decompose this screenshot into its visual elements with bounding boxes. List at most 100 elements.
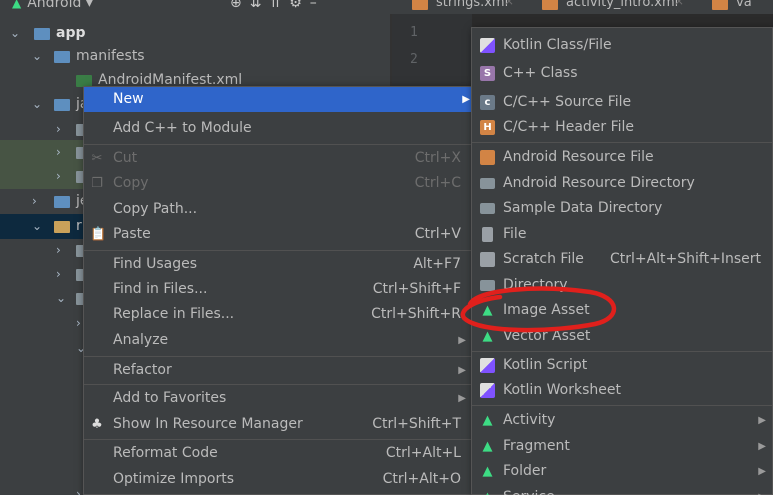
- tab-label: activity_intro.xml: [566, 0, 679, 10]
- xml-file-icon: [712, 0, 728, 10]
- menu-item-analyze[interactable]: Analyze ▶: [84, 328, 472, 353]
- submenu-arrow-icon: ▶: [462, 94, 470, 105]
- line-number: 1: [410, 25, 418, 40]
- chevron-down-icon[interactable]: ⌄: [32, 214, 42, 239]
- menu-item-android-resource-directory[interactable]: Android Resource Directory: [472, 171, 772, 196]
- menu-item-add-cpp-to-module[interactable]: Add C++ to Module: [84, 116, 472, 141]
- project-view-selector[interactable]: ▲ Android ▾: [12, 0, 93, 11]
- tab-activity-intro-xml[interactable]: activity_intro.xml ×: [522, 0, 692, 14]
- android-icon: ▲: [482, 439, 493, 454]
- menu-item-find-in-files[interactable]: Find in Files... Ctrl+Shift+F: [84, 277, 472, 302]
- android-icon: ▲: [482, 413, 493, 428]
- menu-item-activity[interactable]: ▲ Activity ▶: [472, 408, 772, 433]
- menu-item-cpp-class[interactable]: S C++ Class: [472, 61, 772, 86]
- expand-icon[interactable]: ⇈: [269, 0, 289, 11]
- menu-item-service[interactable]: ▲ Service ▶: [472, 485, 772, 495]
- kotlin-script-icon: [480, 358, 495, 373]
- menu-item-kotlin-worksheet[interactable]: Kotlin Worksheet: [472, 378, 772, 403]
- menu-separator: [84, 439, 472, 440]
- tab-label: va: [736, 0, 752, 10]
- menu-item-reformat-code[interactable]: Reformat Code Ctrl+Alt+L: [84, 441, 472, 466]
- file-icon: [482, 227, 493, 242]
- editor-tabs: strings.xml × activity_intro.xml × va: [392, 0, 764, 14]
- target-icon[interactable]: ⊕: [230, 0, 250, 11]
- menu-item-android-resource-file[interactable]: Android Resource File: [472, 145, 772, 170]
- menu-item-optimize-imports[interactable]: Optimize Imports Ctrl+Alt+O: [84, 467, 472, 492]
- chevron-right-icon[interactable]: ›: [56, 238, 61, 263]
- menu-item-kotlin-script[interactable]: Kotlin Script: [472, 353, 772, 378]
- menu-separator: [84, 250, 472, 251]
- close-icon[interactable]: ×: [674, 0, 684, 7]
- menu-item-file[interactable]: File: [472, 222, 772, 247]
- chevron-down-icon[interactable]: ⌄: [56, 286, 66, 311]
- context-menu: New ▶ Add C++ to Module ✂ Cut Ctrl+X ❐ C…: [83, 86, 473, 495]
- menu-item-scratch-file[interactable]: Scratch File Ctrl+Alt+Shift+Insert: [472, 247, 772, 272]
- android-resource-file-icon: [480, 150, 495, 165]
- chevron-right-icon[interactable]: ›: [32, 189, 37, 214]
- android-icon: ▲: [482, 329, 493, 344]
- menu-item-cpp-header-file[interactable]: H C/C++ Header File: [472, 115, 772, 140]
- copy-icon: ❐: [91, 176, 103, 191]
- chevron-right-icon[interactable]: ›: [76, 482, 81, 495]
- menu-item-copy[interactable]: ❐ Copy Ctrl+C: [84, 171, 472, 196]
- scissors-icon: ✂: [91, 151, 103, 166]
- menu-item-folder[interactable]: ▲ Folder ▶: [472, 459, 772, 484]
- submenu-arrow-icon: ▶: [758, 485, 766, 495]
- menu-item-vector-asset[interactable]: ▲ Vector Asset: [472, 324, 772, 349]
- menu-item-show-in-resource-manager[interactable]: ♣ Show In Resource Manager Ctrl+Shift+T: [84, 412, 472, 437]
- chevron-right-icon[interactable]: ›: [76, 311, 81, 336]
- minimize-icon[interactable]: –: [310, 0, 325, 11]
- android-icon: ▲: [482, 464, 493, 479]
- folder-icon: [54, 51, 70, 63]
- menu-item-sample-data-directory[interactable]: Sample Data Directory: [472, 196, 772, 221]
- collapse-icon[interactable]: ⇊: [250, 0, 270, 11]
- dropdown-icon: ▾: [85, 0, 93, 11]
- project-toolbar: ▲ Android ▾ ⊕⇊⇈⚙– strings.xml × activity_…: [0, 0, 773, 14]
- menu-item-new[interactable]: New ▶: [84, 87, 472, 112]
- folder-icon: [480, 203, 495, 214]
- menu-separator: [84, 384, 472, 385]
- menu-item-add-to-favorites[interactable]: Add to Favorites ▶: [84, 386, 472, 411]
- toolbar-icons: ⊕⇊⇈⚙–: [230, 0, 325, 11]
- clipboard-icon: 📋: [90, 227, 107, 242]
- menu-item-kotlin-class-file[interactable]: Kotlin Class/File: [472, 33, 772, 58]
- close-icon[interactable]: ×: [504, 0, 514, 7]
- menu-item-paste[interactable]: 📋 Paste Ctrl+V: [84, 222, 472, 247]
- chevron-down-icon[interactable]: ⌄: [32, 92, 42, 117]
- menu-item-cpp-source-file[interactable]: c C/C++ Source File: [472, 90, 772, 115]
- chevron-down-icon[interactable]: ⌄: [10, 21, 20, 46]
- chevron-down-icon[interactable]: ⌄: [32, 44, 42, 69]
- cpp-header-icon: H: [480, 120, 495, 135]
- tab-label: strings.xml: [436, 0, 509, 10]
- chevron-right-icon[interactable]: ›: [56, 262, 61, 287]
- module-folder-icon: [34, 28, 50, 40]
- menu-item-copy-path[interactable]: Copy Path...: [84, 197, 472, 222]
- chevron-right-icon[interactable]: ›: [56, 117, 61, 142]
- gear-icon[interactable]: ⚙: [289, 0, 310, 11]
- tree-item-app[interactable]: ⌄ app: [0, 21, 390, 46]
- menu-item-directory[interactable]: Directory: [472, 273, 772, 298]
- android-icon: ▲: [480, 490, 495, 495]
- menu-item-find-usages[interactable]: Find Usages Alt+F7: [84, 252, 472, 277]
- xml-file-icon: [542, 0, 558, 10]
- tab-strings-xml[interactable]: strings.xml ×: [392, 0, 522, 14]
- android-icon: ▲: [482, 303, 493, 318]
- submenu-arrow-icon: ▶: [758, 441, 766, 452]
- line-number: 2: [410, 52, 418, 67]
- menu-item-replace-in-files[interactable]: Replace in Files... Ctrl+Shift+R: [84, 302, 472, 327]
- menu-separator: [84, 144, 472, 145]
- menu-item-refactor[interactable]: Refactor ▶: [84, 358, 472, 383]
- tree-item-manifests[interactable]: ⌄ manifests: [0, 44, 390, 69]
- android-logo-icon: ▲: [12, 0, 22, 10]
- xml-file-icon: [412, 0, 428, 10]
- cpp-source-icon: c: [480, 95, 495, 110]
- menu-item-cut[interactable]: ✂ Cut Ctrl+X: [84, 146, 472, 171]
- tab-values[interactable]: va: [692, 0, 764, 14]
- menu-item-fragment[interactable]: ▲ Fragment ▶: [472, 434, 772, 459]
- chevron-right-icon[interactable]: ›: [56, 164, 61, 189]
- chevron-right-icon[interactable]: ›: [56, 140, 61, 165]
- scratch-file-icon: [480, 252, 495, 267]
- menu-separator: [472, 351, 772, 352]
- menu-item-image-asset[interactable]: ▲ Image Asset: [472, 298, 772, 323]
- resource-manager-icon: ♣: [91, 417, 103, 432]
